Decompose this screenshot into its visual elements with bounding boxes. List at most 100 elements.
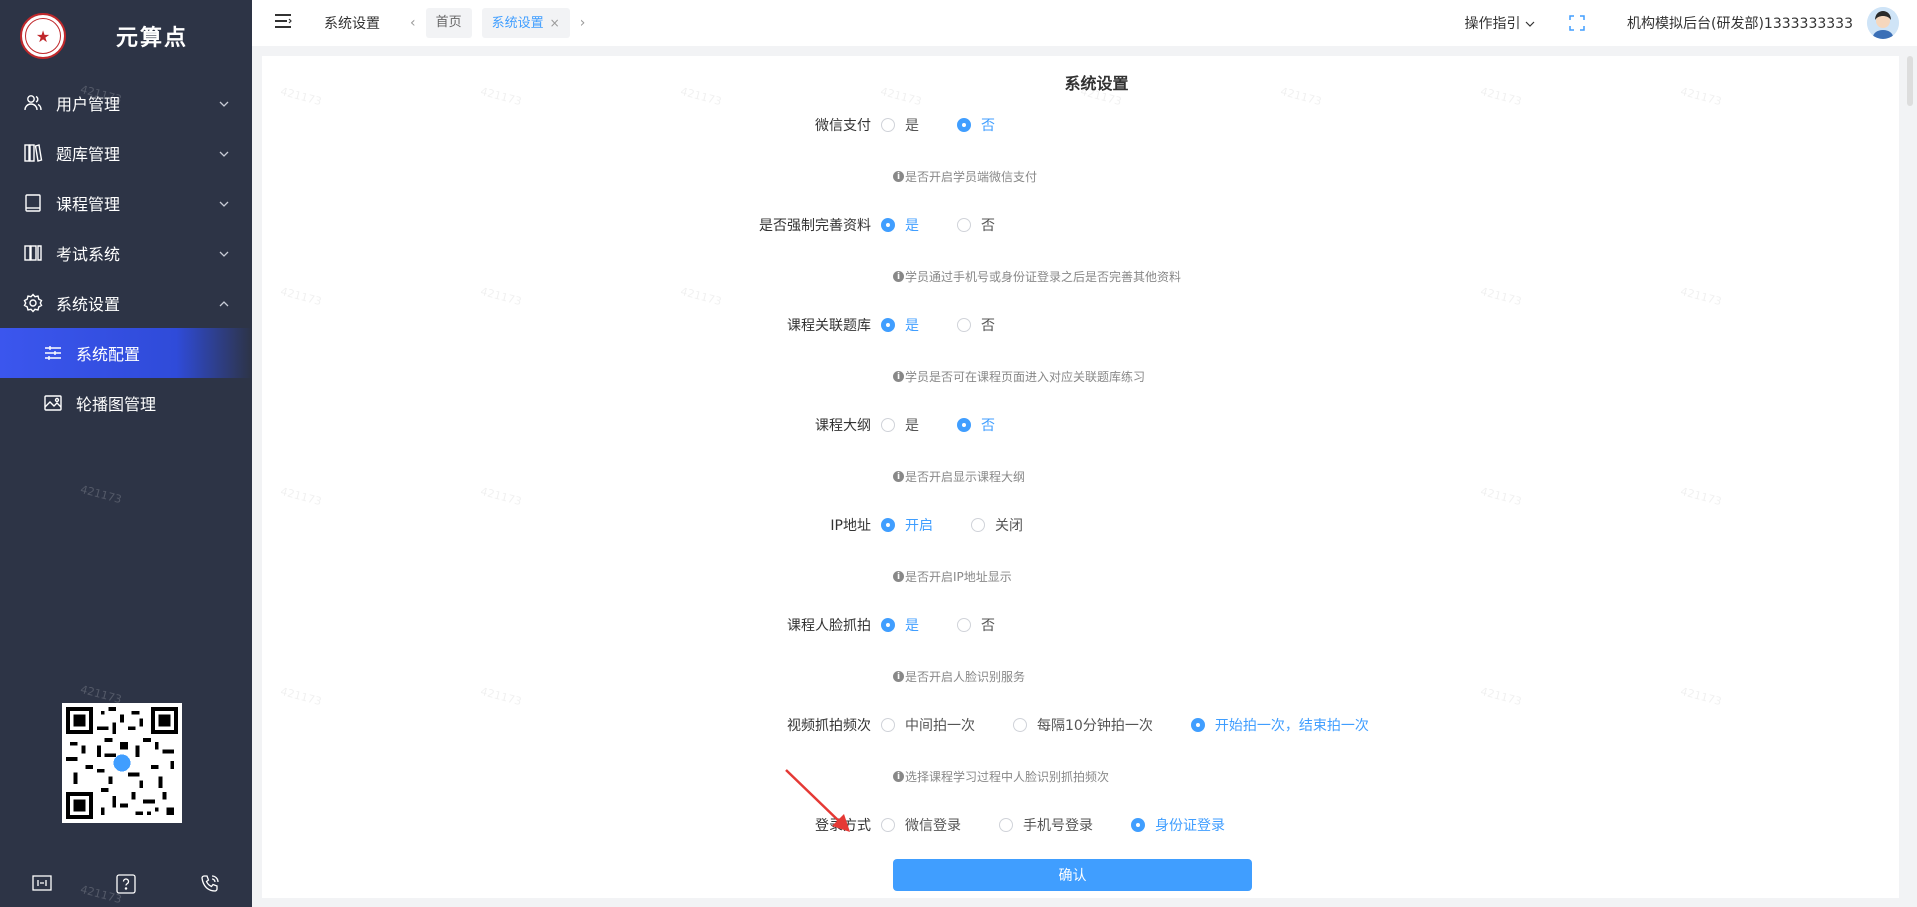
radio-option[interactable]: 中间拍一次 <box>881 715 975 735</box>
radio-option[interactable]: 每隔10分钟拍一次 <box>1013 715 1153 735</box>
field-label: 视频抓拍频次 <box>787 718 871 734</box>
chevron-up-icon <box>218 295 230 314</box>
info-icon: i <box>893 671 904 682</box>
watermark: 421173 <box>679 284 723 309</box>
confirm-button[interactable]: 确认 <box>893 859 1252 891</box>
radio-option[interactable]: 开始拍一次，结束拍一次 <box>1190 715 1369 735</box>
sidebar-item-banner-management[interactable]: 轮播图管理 <box>0 378 252 428</box>
radio-option[interactable]: 是 <box>881 315 919 335</box>
radio-option[interactable]: 否 <box>957 615 995 635</box>
gear-icon <box>22 292 44 314</box>
watermark: 421173 <box>279 484 323 509</box>
radio-option[interactable]: 是 <box>881 415 919 435</box>
tabs-scroll-left-icon[interactable]: ‹ <box>410 15 416 31</box>
sidebar-item-label: 系统配置 <box>76 345 141 364</box>
tabs-scroll-right-icon[interactable]: › <box>580 15 586 31</box>
field-wechat-pay: 微信支付 是 否 <box>262 113 1899 137</box>
main-content: 421173 421173 421173 421173 421173 42117… <box>262 56 1899 898</box>
tab-home[interactable]: 首页 <box>425 8 472 38</box>
chevron-down-icon <box>218 245 230 264</box>
watermark: 421173 <box>79 482 123 507</box>
logo-area: ★ 元算点 <box>0 0 252 72</box>
chevron-down-icon <box>218 145 230 164</box>
top-header: 系统设置 ‹ 首页 系统设置 × › 操作指引 机构模拟后台(研发部)133333… <box>252 0 1917 46</box>
info-icon: i <box>893 371 904 382</box>
field-label: 课程大纲 <box>815 418 871 434</box>
radio-option[interactable]: 开启 <box>881 515 933 535</box>
menu-toggle-icon[interactable] <box>274 13 294 33</box>
field-hint: i 是否开启学员端微信支付 <box>893 168 1037 185</box>
sidebar-item-user-management[interactable]: 用户管理 <box>0 78 252 128</box>
header-right: 操作指引 机构模拟后台(研发部)1333333333 <box>1465 0 1917 46</box>
watermark: 421173 <box>479 484 523 509</box>
field-course-question-bank: 课程关联题库 是 否 <box>262 313 1899 337</box>
sidebar-item-system-config[interactable]: 系统配置 <box>0 328 252 378</box>
field-face-capture: 课程人脸抓拍 是 否 <box>262 613 1899 637</box>
field-label: IP地址 <box>830 518 871 534</box>
watermark: 421173 <box>279 684 323 709</box>
fullscreen-icon[interactable] <box>1569 15 1585 31</box>
field-label: 课程关联题库 <box>787 318 871 334</box>
watermark: 421173 <box>1479 684 1523 709</box>
info-icon: i <box>893 471 904 482</box>
watermark: 421173 <box>1679 684 1723 709</box>
sidebar-menu: 用户管理 题库管理 课程管理 考试系统 系统设置 系统配置 轮播图管理 <box>0 78 252 428</box>
close-icon[interactable]: × <box>550 16 560 30</box>
guide-label: 操作指引 <box>1464 16 1521 32</box>
exam-icon <box>22 242 44 264</box>
field-capture-frequency: 视频抓拍频次 中间拍一次 每隔10分钟拍一次 开始拍一次，结束拍一次 <box>262 713 1899 737</box>
radio-option[interactable]: 是 <box>881 615 919 635</box>
info-icon: i <box>893 171 904 182</box>
sidebar: ★ 元算点 用户管理 题库管理 课程管理 考试系统 系统设置 系统配置 轮播图管… <box>0 0 252 907</box>
page-breadcrumb: 系统设置 <box>324 16 380 32</box>
field-hint: i 学员是否可在课程页面进入对应关联题库练习 <box>893 368 1145 385</box>
help-icon[interactable] <box>115 873 137 895</box>
info-icon: i <box>893 771 904 782</box>
chevron-down-icon <box>1525 21 1535 27</box>
field-force-profile: 是否强制完善资料 是 否 <box>262 213 1899 237</box>
radio-option[interactable]: 手机号登录 <box>999 815 1093 835</box>
sidebar-item-system-settings[interactable]: 系统设置 <box>0 278 252 328</box>
radio-option[interactable]: 否 <box>957 215 995 235</box>
guide-dropdown[interactable]: 操作指引 <box>1465 13 1535 33</box>
sidebar-item-exam-system[interactable]: 考试系统 <box>0 228 252 278</box>
radio-option[interactable]: 是 <box>881 115 919 135</box>
sliders-icon <box>42 342 64 364</box>
radio-option[interactable]: 是 <box>881 215 919 235</box>
sidebar-item-question-bank[interactable]: 题库管理 <box>0 128 252 178</box>
info-icon: i <box>893 271 904 282</box>
watermark: 421173 <box>479 684 523 709</box>
field-login-method: 登录方式 微信登录 手机号登录 身份证登录 <box>262 813 1899 837</box>
watermark: 421173 <box>1679 284 1723 309</box>
avatar[interactable] <box>1867 7 1899 39</box>
field-hint: i 是否开启人脸识别服务 <box>893 668 1025 685</box>
tab-system-settings[interactable]: 系统设置 × <box>481 8 570 38</box>
sidebar-footer <box>0 861 252 907</box>
annotation-arrow-icon <box>785 769 850 832</box>
users-icon <box>22 92 44 114</box>
sidebar-item-course-management[interactable]: 课程管理 <box>0 178 252 228</box>
book-icon <box>22 192 44 214</box>
tab-label: 首页 <box>435 15 462 30</box>
sidebar-item-label: 课程管理 <box>56 195 121 214</box>
radio-option[interactable]: 否 <box>957 315 995 335</box>
chevron-down-icon <box>218 195 230 214</box>
field-ip-address: IP地址 开启 关闭 <box>262 513 1899 537</box>
presentation-icon[interactable] <box>31 873 53 895</box>
watermark: 421173 <box>1479 284 1523 309</box>
field-label: 微信支付 <box>815 118 871 134</box>
watermark: 421173 <box>1479 484 1523 509</box>
field-course-outline: 课程大纲 是 否 <box>262 413 1899 437</box>
field-hint: i 是否开启显示课程大纲 <box>893 468 1025 485</box>
org-name[interactable]: 机构模拟后台(研发部)1333333333 <box>1627 13 1853 33</box>
brand-name: 元算点 <box>116 26 189 51</box>
radio-option[interactable]: 身份证登录 <box>1131 815 1225 835</box>
info-icon: i <box>893 571 904 582</box>
radio-option[interactable]: 否 <box>957 115 995 135</box>
sidebar-item-label: 题库管理 <box>56 145 121 164</box>
scrollbar[interactable] <box>1907 56 1913 106</box>
radio-option[interactable]: 关闭 <box>971 515 1023 535</box>
radio-option[interactable]: 微信登录 <box>881 815 961 835</box>
radio-option[interactable]: 否 <box>957 415 995 435</box>
phone-icon[interactable] <box>199 873 221 895</box>
